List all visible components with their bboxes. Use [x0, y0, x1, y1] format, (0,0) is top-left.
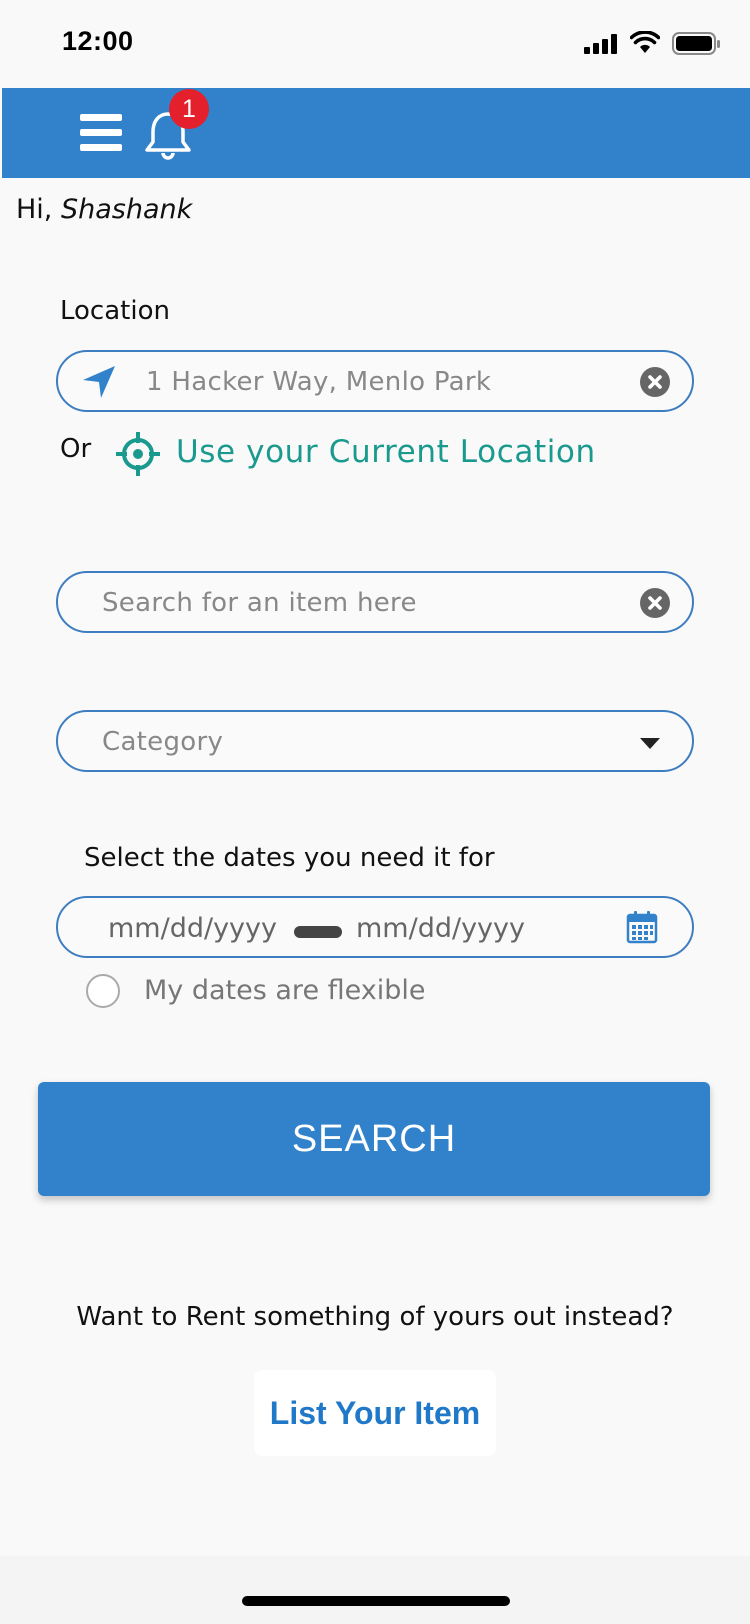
close-icon: [648, 375, 662, 389]
notification-badge: 1: [169, 89, 209, 129]
rent-prompt: Want to Rent something of yours out inst…: [76, 1302, 674, 1332]
start-date-input[interactable]: mm/dd/yyyy: [108, 913, 277, 944]
search-button[interactable]: SEARCH: [38, 1082, 710, 1196]
close-icon: [648, 596, 662, 610]
or-label: Or: [60, 434, 92, 464]
calendar-icon[interactable]: [626, 910, 658, 944]
home-indicator[interactable]: [242, 1596, 510, 1606]
chevron-down-icon: [640, 738, 660, 749]
clear-location-button[interactable]: [640, 367, 670, 397]
wifi-icon: [630, 31, 660, 53]
location-field[interactable]: 1 Hacker Way, Menlo Park: [56, 350, 694, 412]
greeting-name: Shashank: [60, 194, 193, 225]
date-separator: [294, 926, 342, 938]
battery-icon: [672, 32, 720, 55]
list-your-item-button[interactable]: List Your Item: [254, 1370, 496, 1456]
bottom-bar: [0, 1556, 750, 1624]
search-field[interactable]: Search for an item here: [56, 571, 694, 633]
end-date-input[interactable]: mm/dd/yyyy: [356, 913, 525, 944]
hamburger-menu-icon[interactable]: [80, 114, 122, 152]
signal-icon: [584, 34, 617, 54]
greeting: Hi, Shashank: [16, 194, 192, 225]
flexible-dates-label: My dates are flexible: [144, 975, 426, 1006]
category-placeholder: Category: [102, 727, 224, 757]
category-select[interactable]: Category: [56, 710, 694, 772]
dates-label: Select the dates you need it for: [84, 843, 495, 873]
status-time: 12:00: [62, 26, 134, 56]
location-input[interactable]: 1 Hacker Way, Menlo Park: [146, 367, 491, 397]
search-input[interactable]: Search for an item here: [102, 588, 417, 618]
crosshair-icon[interactable]: [116, 432, 160, 476]
greeting-prefix: Hi,: [16, 194, 53, 225]
location-label: Location: [60, 296, 170, 326]
navigation-arrow-icon: [83, 366, 115, 398]
flexible-dates-radio[interactable]: [86, 974, 120, 1008]
use-current-location-link[interactable]: Use your Current Location: [176, 434, 596, 470]
status-bar: 12:00: [0, 0, 750, 88]
date-range-field[interactable]: mm/dd/yyyy mm/dd/yyyy: [56, 896, 694, 958]
clear-search-button[interactable]: [640, 588, 670, 618]
